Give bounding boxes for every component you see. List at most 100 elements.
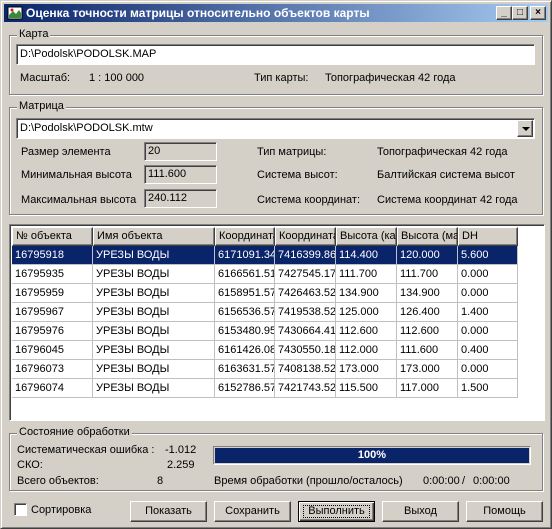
results-table[interactable]: № объекта Имя объекта Координата Координ…: [9, 224, 545, 421]
sko-label: СКО:: [17, 459, 43, 471]
element-size-field: 20: [144, 142, 217, 161]
map-type-value: Топографическая 42 года: [325, 72, 456, 84]
map-type-label: Тип карты:: [254, 72, 309, 84]
cell-name: УРЕЗЫ ВОДЫ: [93, 265, 215, 284]
height-system-value: Балтийская система высот: [377, 169, 515, 181]
total-objects-label: Всего объектов:: [17, 475, 99, 487]
cell-height-matrix: 126.400: [397, 303, 458, 322]
title-bar[interactable]: Оценка точности матрицы относительно объ…: [4, 4, 548, 22]
max-height-field: 240.112: [144, 189, 217, 208]
column-header-dh[interactable]: DH: [458, 227, 518, 246]
cell-dh: 0.400: [458, 341, 518, 360]
table-row[interactable]: 16796045 УРЕЗЫ ВОДЫ 6161426.08 7430550.18 11…: [12, 341, 518, 360]
cell-height-matrix: 111.600: [397, 341, 458, 360]
column-header-name[interactable]: Имя объекта: [93, 227, 215, 246]
scale-label: Масштаб:: [20, 72, 71, 84]
cell-height-map: 115.500: [336, 379, 397, 398]
progress-bar: 100%: [213, 446, 531, 465]
scale-value: 1 : 100 000: [89, 72, 145, 84]
systematic-error-label: Систематическая ошибка :: [17, 444, 155, 456]
column-header-height-map[interactable]: Высота (ка: [336, 227, 397, 246]
run-button[interactable]: Выполнить: [298, 501, 375, 522]
cell-coord-x: 6166561.51: [215, 265, 275, 284]
column-header-number[interactable]: № объекта: [12, 227, 93, 246]
cell-dh: 1.500: [458, 379, 518, 398]
map-path-field[interactable]: D:\Podolsk\PODOLSK.MAP: [16, 44, 535, 65]
cell-height-matrix: 134.900: [397, 284, 458, 303]
minimize-button[interactable]: _: [496, 6, 512, 20]
cell-dh: 5.600: [458, 246, 518, 265]
cell-name: УРЕЗЫ ВОДЫ: [93, 322, 215, 341]
min-height-label: Минимальная высота: [21, 169, 132, 181]
table-row[interactable]: 16795918 УРЕЗЫ ВОДЫ 6171091.34 7416399.86 11…: [12, 246, 518, 265]
cell-coord-x: 6158951.57: [215, 284, 275, 303]
show-button[interactable]: Показать: [130, 501, 207, 522]
max-height-label: Максимальная высота: [21, 194, 137, 206]
table-row[interactable]: 16795959 УРЕЗЫ ВОДЫ 6158951.57 7426463.52 13…: [12, 284, 518, 303]
app-map-icon: [7, 6, 23, 20]
chevron-down-icon[interactable]: [517, 120, 533, 137]
column-header-coord-y[interactable]: Координата: [275, 227, 336, 246]
cell-height-map: 125.000: [336, 303, 397, 322]
column-header-height-matrix[interactable]: Высота (ма: [397, 227, 458, 246]
time-label: Время обработки (прошло/осталось): [214, 475, 403, 487]
cell-coord-y: 7426463.52: [275, 284, 336, 303]
cell-name: УРЕЗЫ ВОДЫ: [93, 246, 215, 265]
cell-dh: 0.000: [458, 322, 518, 341]
cell-height-matrix: 111.700: [397, 265, 458, 284]
min-height-field: 111.600: [144, 165, 217, 184]
cell-dh: 0.000: [458, 265, 518, 284]
help-button[interactable]: Помощь: [466, 501, 543, 522]
table-row[interactable]: 16795935 УРЕЗЫ ВОДЫ 6166561.51 7427545.17 11…: [12, 265, 518, 284]
cell-coord-y: 7427545.17: [275, 265, 336, 284]
cell-name: УРЕЗЫ ВОДЫ: [93, 379, 215, 398]
time-elapsed: 0:00:00: [423, 475, 460, 487]
close-button[interactable]: ×: [530, 6, 546, 20]
sko-value: 2.259: [167, 459, 195, 471]
matrix-type-value: Топографическая 42 года: [377, 146, 508, 158]
cell-number: 16796045: [12, 341, 93, 360]
cell-height-map: 112.000: [336, 341, 397, 360]
table-row[interactable]: 16795976 УРЕЗЫ ВОДЫ 6153480.95 7430664.41 11…: [12, 322, 518, 341]
cell-coord-x: 6153480.95: [215, 322, 275, 341]
cell-dh: 0.000: [458, 284, 518, 303]
cell-height-matrix: 112.600: [397, 322, 458, 341]
matrix-type-label: Тип матрицы:: [257, 146, 327, 158]
table-row[interactable]: 16796073 УРЕЗЫ ВОДЫ 6163631.57 7408138.52 17…: [12, 360, 518, 379]
sort-label: Сортировка: [31, 504, 92, 516]
cell-coord-x: 6156536.57: [215, 303, 275, 322]
cell-number: 16795935: [12, 265, 93, 284]
cell-height-map: 173.000: [336, 360, 397, 379]
cell-dh: 0.000: [458, 360, 518, 379]
table-row[interactable]: 16795967 УРЕЗЫ ВОДЫ 6156536.57 7419538.52 12…: [12, 303, 518, 322]
matrix-path-value: D:\Podolsk\PODOLSK.mtw: [20, 122, 153, 134]
cell-number: 16795959: [12, 284, 93, 303]
total-objects-value: 8: [157, 475, 164, 487]
matrix-path-combo[interactable]: D:\Podolsk\PODOLSK.mtw: [16, 118, 535, 139]
cell-name: УРЕЗЫ ВОДЫ: [93, 303, 215, 322]
focus-rect: [303, 505, 370, 518]
element-size-label: Размер элемента: [21, 146, 111, 158]
dialog-window: Оценка точности матрицы относительно объ…: [0, 0, 552, 529]
cell-height-map: 112.600: [336, 322, 397, 341]
cell-coord-y: 7430664.41: [275, 322, 336, 341]
exit-button[interactable]: Выход: [382, 501, 459, 522]
map-group-label: Карта: [17, 28, 51, 40]
cell-coord-y: 7408138.52: [275, 360, 336, 379]
cell-height-map: 111.700: [336, 265, 397, 284]
cell-name: УРЕЗЫ ВОДЫ: [93, 284, 215, 303]
cell-coord-x: 6152786.57: [215, 379, 275, 398]
cell-coord-x: 6161426.08: [215, 341, 275, 360]
matrix-group-label: Матрица: [17, 100, 66, 112]
save-button[interactable]: Сохранить: [214, 501, 291, 522]
cell-number: 16795918: [12, 246, 93, 265]
cell-height-matrix: 120.000: [397, 246, 458, 265]
progress-text: 100%: [357, 449, 387, 461]
table-row[interactable]: 16796074 УРЕЗЫ ВОДЫ 6152786.57 7421743.52 11…: [12, 379, 518, 398]
sort-checkbox[interactable]: [14, 503, 27, 516]
column-header-coord-x[interactable]: Координата: [215, 227, 275, 246]
maximize-button[interactable]: □: [512, 6, 528, 20]
window-title: Оценка точности матрицы относительно объ…: [26, 6, 370, 20]
cell-height-map: 134.900: [336, 284, 397, 303]
time-remaining: 0:00:00: [473, 475, 510, 487]
